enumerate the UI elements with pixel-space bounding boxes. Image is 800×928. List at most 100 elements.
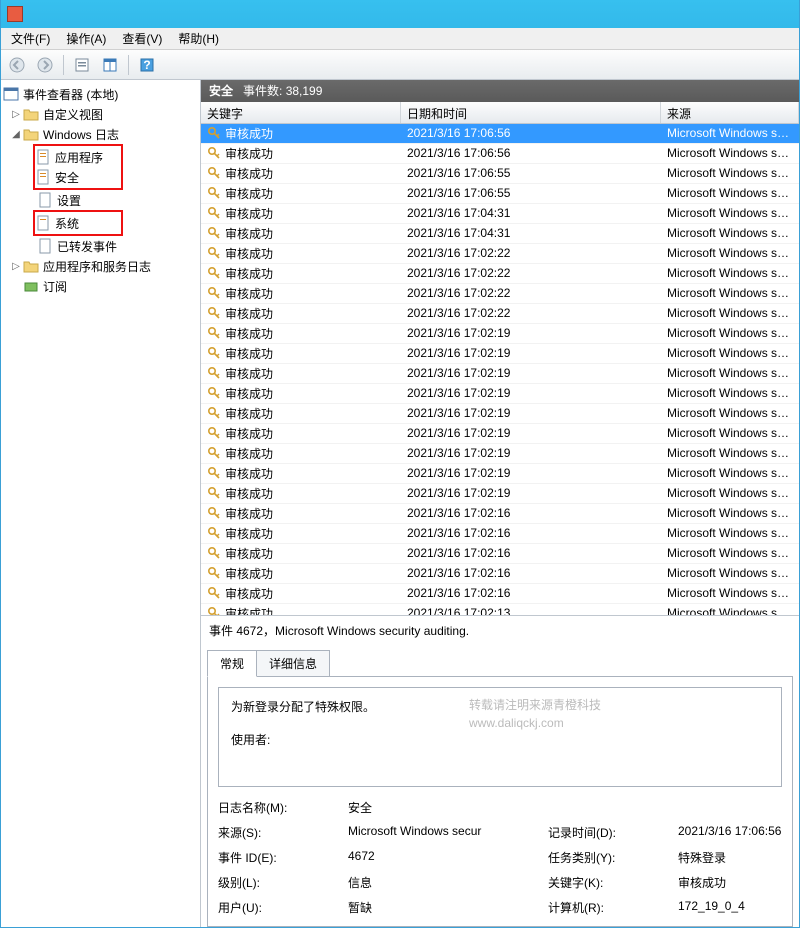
subscription-icon	[23, 278, 39, 294]
table-row[interactable]: 审核成功2021/3/16 17:02:19Microsoft Windows …	[201, 424, 799, 444]
prop-source-label: 来源(S):	[218, 824, 348, 841]
prop-keyword-value: 审核成功	[678, 874, 782, 891]
forward-button[interactable]	[33, 53, 57, 77]
col-datetime[interactable]: 日期和时间	[401, 102, 661, 123]
table-row[interactable]: 审核成功2021/3/16 17:06:55Microsoft Windows …	[201, 184, 799, 204]
prop-user-label: 用户(U):	[218, 899, 348, 916]
tree-subscriptions[interactable]: 订阅	[1, 276, 200, 296]
prop-rectime-value: 2021/3/16 17:06:56	[678, 824, 782, 841]
table-row[interactable]: 审核成功2021/3/16 17:02:22Microsoft Windows …	[201, 304, 799, 324]
svg-text:?: ?	[143, 58, 150, 72]
prop-computer-label: 计算机(R):	[548, 899, 678, 916]
tab-general[interactable]: 常规	[207, 650, 257, 677]
prop-eventid-value: 4672	[348, 849, 548, 866]
subject-label: 使用者:	[231, 731, 769, 748]
table-row[interactable]: 审核成功2021/3/16 17:06:56Microsoft Windows …	[201, 124, 799, 144]
tree-app-label: 应用程序	[55, 149, 103, 166]
table-row[interactable]: 审核成功2021/3/16 17:02:19Microsoft Windows …	[201, 464, 799, 484]
menu-file[interactable]: 文件(F)	[5, 28, 56, 49]
prop-logname-label: 日志名称(M):	[218, 799, 348, 816]
table-row[interactable]: 审核成功2021/3/16 17:02:19Microsoft Windows …	[201, 344, 799, 364]
tree-panel[interactable]: 事件查看器 (本地) ▷ 自定义视图 ◢ Windows 日志 应用程序 安全 …	[1, 80, 201, 927]
table-row[interactable]: 审核成功2021/3/16 17:02:19Microsoft Windows …	[201, 444, 799, 464]
event-count-label: 事件数:	[243, 84, 282, 98]
tree-sub-label: 订阅	[43, 278, 67, 295]
prop-taskcat-label: 任务类别(Y):	[548, 849, 678, 866]
properties-grid: 日志名称(M): 安全 来源(S): Microsoft Windows sec…	[218, 799, 782, 916]
tree-appsvc-label: 应用程序和服务日志	[43, 258, 151, 275]
prop-computer-value: 172_19_0_4	[678, 899, 782, 916]
collapse-icon[interactable]: ◢	[9, 129, 23, 140]
tree-sys-label: 系统	[55, 215, 79, 232]
table-row[interactable]: 审核成功2021/3/16 17:02:13Microsoft Windows …	[201, 604, 799, 615]
table-row[interactable]: 审核成功2021/3/16 17:02:22Microsoft Windows …	[201, 244, 799, 264]
action-button[interactable]	[70, 53, 94, 77]
tree-setup-label: 设置	[57, 192, 81, 209]
table-row[interactable]: 审核成功2021/3/16 17:02:19Microsoft Windows …	[201, 364, 799, 384]
tree-system[interactable]: 系统	[35, 213, 121, 233]
menubar: 文件(F) 操作(A) 查看(V) 帮助(H)	[1, 28, 799, 50]
grid-header: 关键字 日期和时间 来源	[201, 102, 799, 124]
log-icon	[35, 149, 51, 165]
prop-eventid-label: 事件 ID(E):	[218, 849, 348, 866]
watermark: 转载请注明来源青橙科技 www.daliqckj.com	[469, 696, 601, 732]
folder-icon	[23, 258, 39, 274]
message-box: 为新登录分配了特殊权限。 转载请注明来源青橙科技 www.daliqckj.co…	[218, 687, 782, 787]
expand-icon[interactable]: ▷	[9, 261, 23, 272]
tree-app-services[interactable]: ▷ 应用程序和服务日志	[1, 256, 200, 276]
table-row[interactable]: 审核成功2021/3/16 17:06:55Microsoft Windows …	[201, 164, 799, 184]
tree-security[interactable]: 安全	[35, 167, 121, 187]
tree-custom-views[interactable]: ▷ 自定义视图	[1, 104, 200, 124]
col-keyword[interactable]: 关键字	[201, 102, 401, 123]
table-row[interactable]: 审核成功2021/3/16 17:02:22Microsoft Windows …	[201, 264, 799, 284]
table-row[interactable]: 审核成功2021/3/16 17:02:19Microsoft Windows …	[201, 484, 799, 504]
table-row[interactable]: 审核成功2021/3/16 17:02:16Microsoft Windows …	[201, 524, 799, 544]
titlebar	[1, 0, 799, 28]
event-list[interactable]: 审核成功2021/3/16 17:06:56Microsoft Windows …	[201, 124, 799, 615]
folder-icon	[23, 126, 39, 142]
help-button[interactable]: ?	[135, 53, 159, 77]
annotation-box-1: 应用程序 安全	[33, 144, 123, 190]
back-button[interactable]	[5, 53, 29, 77]
prop-keyword-label: 关键字(K):	[548, 874, 678, 891]
table-row[interactable]: 审核成功2021/3/16 17:02:16Microsoft Windows …	[201, 564, 799, 584]
log-icon	[37, 238, 53, 254]
tree-forwarded[interactable]: 已转发事件	[1, 236, 200, 256]
folder-icon	[23, 106, 39, 122]
toolbar: ?	[1, 50, 799, 80]
columns-button[interactable]	[98, 53, 122, 77]
menu-action[interactable]: 操作(A)	[60, 28, 112, 49]
table-row[interactable]: 审核成功2021/3/16 17:02:19Microsoft Windows …	[201, 324, 799, 344]
log-icon	[35, 169, 51, 185]
tree-application[interactable]: 应用程序	[35, 147, 121, 167]
table-row[interactable]: 审核成功2021/3/16 17:02:16Microsoft Windows …	[201, 504, 799, 524]
log-icon	[35, 215, 51, 231]
menu-help[interactable]: 帮助(H)	[172, 28, 225, 49]
table-row[interactable]: 审核成功2021/3/16 17:06:56Microsoft Windows …	[201, 144, 799, 164]
table-row[interactable]: 审核成功2021/3/16 17:02:19Microsoft Windows …	[201, 404, 799, 424]
tab-details[interactable]: 详细信息	[257, 650, 330, 677]
panel-header: 安全 事件数: 38,199	[201, 80, 799, 102]
tree-root[interactable]: 事件查看器 (本地)	[1, 84, 200, 104]
expand-icon[interactable]: ▷	[9, 109, 23, 120]
tree-windows-logs[interactable]: ◢ Windows 日志	[1, 124, 200, 144]
prop-taskcat-value: 特殊登录	[678, 849, 782, 866]
toolbar-separator	[63, 55, 64, 75]
detail-body: 为新登录分配了特殊权限。 转载请注明来源青橙科技 www.daliqckj.co…	[207, 676, 793, 927]
table-row[interactable]: 审核成功2021/3/16 17:04:31Microsoft Windows …	[201, 204, 799, 224]
table-row[interactable]: 审核成功2021/3/16 17:02:19Microsoft Windows …	[201, 384, 799, 404]
table-row[interactable]: 审核成功2021/3/16 17:02:16Microsoft Windows …	[201, 544, 799, 564]
detail-tabs: 常规 详细信息	[201, 649, 799, 676]
tree-root-label: 事件查看器 (本地)	[23, 86, 118, 103]
col-source[interactable]: 来源	[661, 102, 799, 123]
prop-user-value: 暂缺	[348, 899, 548, 916]
tree-fwd-label: 已转发事件	[57, 238, 117, 255]
prop-source-value: Microsoft Windows secur	[348, 824, 548, 841]
table-row[interactable]: 审核成功2021/3/16 17:02:22Microsoft Windows …	[201, 284, 799, 304]
tree-setup[interactable]: 设置	[1, 190, 200, 210]
table-row[interactable]: 审核成功2021/3/16 17:02:16Microsoft Windows …	[201, 584, 799, 604]
prop-level-value: 信息	[348, 874, 548, 891]
toolbar-separator-2	[128, 55, 129, 75]
table-row[interactable]: 审核成功2021/3/16 17:04:31Microsoft Windows …	[201, 224, 799, 244]
menu-view[interactable]: 查看(V)	[116, 28, 168, 49]
